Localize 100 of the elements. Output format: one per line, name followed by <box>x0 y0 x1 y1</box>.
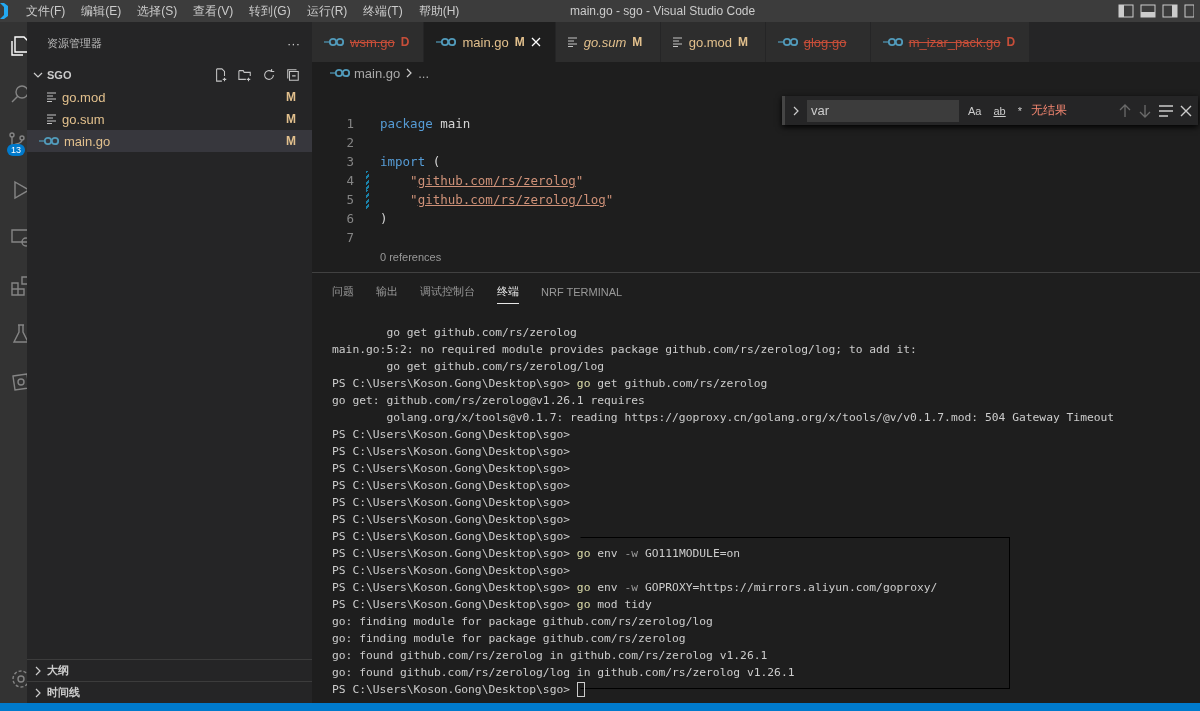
panel-tab[interactable]: 调试控制台 <box>420 280 475 304</box>
go-file-icon <box>330 68 350 78</box>
more-actions-button[interactable]: ··· <box>287 35 300 51</box>
terminal-line: PS C:\Users\Koson.Gong\Desktop\sgo> <box>332 495 571 511</box>
terminal-line: PS C:\Users\Koson.Gong\Desktop\sgo> <box>332 478 571 494</box>
line-number: 3 <box>345 154 354 169</box>
layout-icon[interactable] <box>1184 4 1194 18</box>
panel-tab[interactable]: 输出 <box>376 280 398 304</box>
find-option-button[interactable]: Aa <box>965 104 985 117</box>
terminal-line: golang.org/x/tools@v0.1.7: reading https://goproxy.cn/golang.org/x/tools/@v/v0.1.7.mod: 504 Gateway Timeout <box>385 410 1115 426</box>
breadcrumb-more[interactable]: ... <box>418 65 430 81</box>
section-title[interactable]: 时间线 <box>47 685 80 700</box>
chevron-icon <box>33 665 43 676</box>
file-name[interactable]: go.sum <box>62 111 281 127</box>
terminal-line: PS C:\Users\Koson.Gong\Desktop\sgo> <box>332 682 571 698</box>
terminal-line: main.go:5:2: no required module provides package github.com/rs/zerolog/log; to add it: <box>332 342 917 358</box>
text-file-icon <box>47 114 57 124</box>
text-file-icon <box>672 37 683 47</box>
go-file-icon <box>436 37 457 47</box>
code-line: "github.com/rs/zerolog/log" <box>409 192 614 207</box>
chevron-icon <box>33 687 43 698</box>
arrow-up-icon[interactable] <box>1118 103 1132 118</box>
files-icon <box>9 34 27 58</box>
go-file-icon <box>324 37 344 47</box>
menu-item[interactable]: 查看(V) <box>185 0 242 22</box>
terminal-line: go get: github.com/rs/zerolog@v1.26.1 requires <box>332 393 645 409</box>
menu-item[interactable]: 编辑(E) <box>73 0 130 22</box>
collapse-all-icon[interactable] <box>286 68 300 82</box>
refresh-icon[interactable] <box>262 68 276 82</box>
terminal-line: go: finding module for package github.com/rs/zerolog <box>332 631 686 647</box>
terminal-line: PS C:\Users\Koson.Gong\Desktop\sgo> <box>332 563 571 579</box>
line-number: 1 <box>345 116 354 131</box>
menu-item[interactable]: 终端(T) <box>355 0 411 22</box>
terminal-line: go: found github.com/rs/zerolog/log in github.com/rs/zerolog v1.26.1 <box>332 665 795 681</box>
menu-item[interactable]: 转到(G) <box>241 0 299 22</box>
settings-icon[interactable] <box>9 667 27 691</box>
terminal-line: go get github.com/rs/zerolog/log <box>385 359 605 375</box>
panel-tab[interactable]: 终端 <box>497 280 519 304</box>
line-number: 4 <box>345 173 354 188</box>
close-icon[interactable] <box>1180 104 1192 117</box>
chevron-icon <box>791 105 801 116</box>
terminal-line: PS C:\Users\Koson.Gong\Desktop\sgo> go env -w GO111MODULE=on <box>332 546 741 562</box>
secondary-sidebar-icon[interactable] <box>1162 4 1178 18</box>
editor-tab[interactable]: main.go M <box>424 22 556 62</box>
folder-name[interactable]: SGO <box>47 69 210 81</box>
text-file-icon <box>47 92 57 102</box>
find-option-button[interactable]: ab <box>990 104 1009 117</box>
file-name[interactable]: main.go <box>64 133 281 149</box>
panel-layout-icon[interactable] <box>1140 4 1156 18</box>
line-number: 7 <box>345 230 354 245</box>
terminal-line: PS C:\Users\Koson.Gong\Desktop\sgo> go env -w GOPROXY=https://mirrors.aliyun.com/goproxy/ <box>332 580 938 596</box>
editor-tab[interactable]: go.sum M <box>555 22 661 62</box>
count-badge: 13 <box>7 144 25 156</box>
chevron-icon <box>33 70 43 80</box>
terminal-line: go: found github.com/rs/zerolog in github.com/rs/zerolog v1.26.1 <box>332 648 768 664</box>
editor-tab[interactable]: go.mod M <box>660 22 766 62</box>
new-file-icon[interactable] <box>214 68 228 82</box>
text-file-icon <box>567 37 578 47</box>
go-file-icon <box>39 136 59 146</box>
terminal-line: go: finding module for package github.com/rs/zerolog/log <box>332 614 713 630</box>
git-status: M <box>286 112 296 126</box>
git-status: M <box>286 134 296 148</box>
arrow-down-icon[interactable] <box>1138 103 1152 118</box>
terminal-line: PS C:\Users\Koson.Gong\Desktop\sgo> <box>332 427 571 443</box>
find-field[interactable]: var <box>807 99 959 122</box>
menu-item[interactable]: 帮助(H) <box>410 0 468 22</box>
code-line: import ( <box>380 154 441 169</box>
go-file-icon <box>882 37 903 47</box>
terminal-line: PS C:\Users\Koson.Gong\Desktop\sgo> <box>332 461 571 477</box>
terminal-line: PS C:\Users\Koson.Gong\Desktop\sgo> <box>332 444 571 460</box>
terminal-line: PS C:\Users\Koson.Gong\Desktop\sgo> <box>332 529 571 545</box>
menu-item[interactable]: 选择(S) <box>129 0 186 22</box>
section-title[interactable]: 大纲 <box>47 663 69 678</box>
plugin-icon <box>9 370 27 394</box>
app-logo-icon <box>0 3 8 19</box>
terminal-line: PS C:\Users\Koson.Gong\Desktop\sgo> <box>332 512 571 528</box>
new-folder-icon[interactable] <box>238 68 252 82</box>
sidebar-layout-icon[interactable] <box>1118 4 1134 18</box>
sidebar-title: 资源管理器 <box>47 35 102 51</box>
selection-icon[interactable] <box>1158 103 1174 118</box>
line-number: 6 <box>345 211 354 226</box>
git-status: M <box>286 90 296 104</box>
breadcrumb-file[interactable]: main.go <box>354 65 401 81</box>
file-name[interactable]: go.mod <box>62 89 281 105</box>
menu-item[interactable]: 文件(F) <box>18 0 74 22</box>
monitor-icon <box>9 226 27 250</box>
find-result: 无结果 <box>1031 102 1068 119</box>
terminal-line: PS C:\Users\Koson.Gong\Desktop\sgo> go get github.com/rs/zerolog <box>332 376 768 392</box>
window-title: main.go - sgo - Visual Studio Code <box>570 3 756 20</box>
terminal-line: go get github.com/rs/zerolog <box>385 325 577 341</box>
terminal-line: PS C:\Users\Koson.Gong\Desktop\sgo> go mod tidy <box>332 597 652 613</box>
menu-item[interactable]: 运行(R) <box>298 0 356 22</box>
code-line: package main <box>380 116 471 131</box>
panel-tab[interactable]: NRF TERMINAL <box>541 281 623 303</box>
find-option-button[interactable]: * <box>1014 104 1025 117</box>
codelens-text[interactable]: 0 references <box>380 250 442 263</box>
code-line: ) <box>380 211 388 226</box>
code-line: "github.com/rs/zerolog" <box>409 173 584 188</box>
line-number: 2 <box>345 135 354 150</box>
panel-tab[interactable]: 问题 <box>332 280 354 304</box>
